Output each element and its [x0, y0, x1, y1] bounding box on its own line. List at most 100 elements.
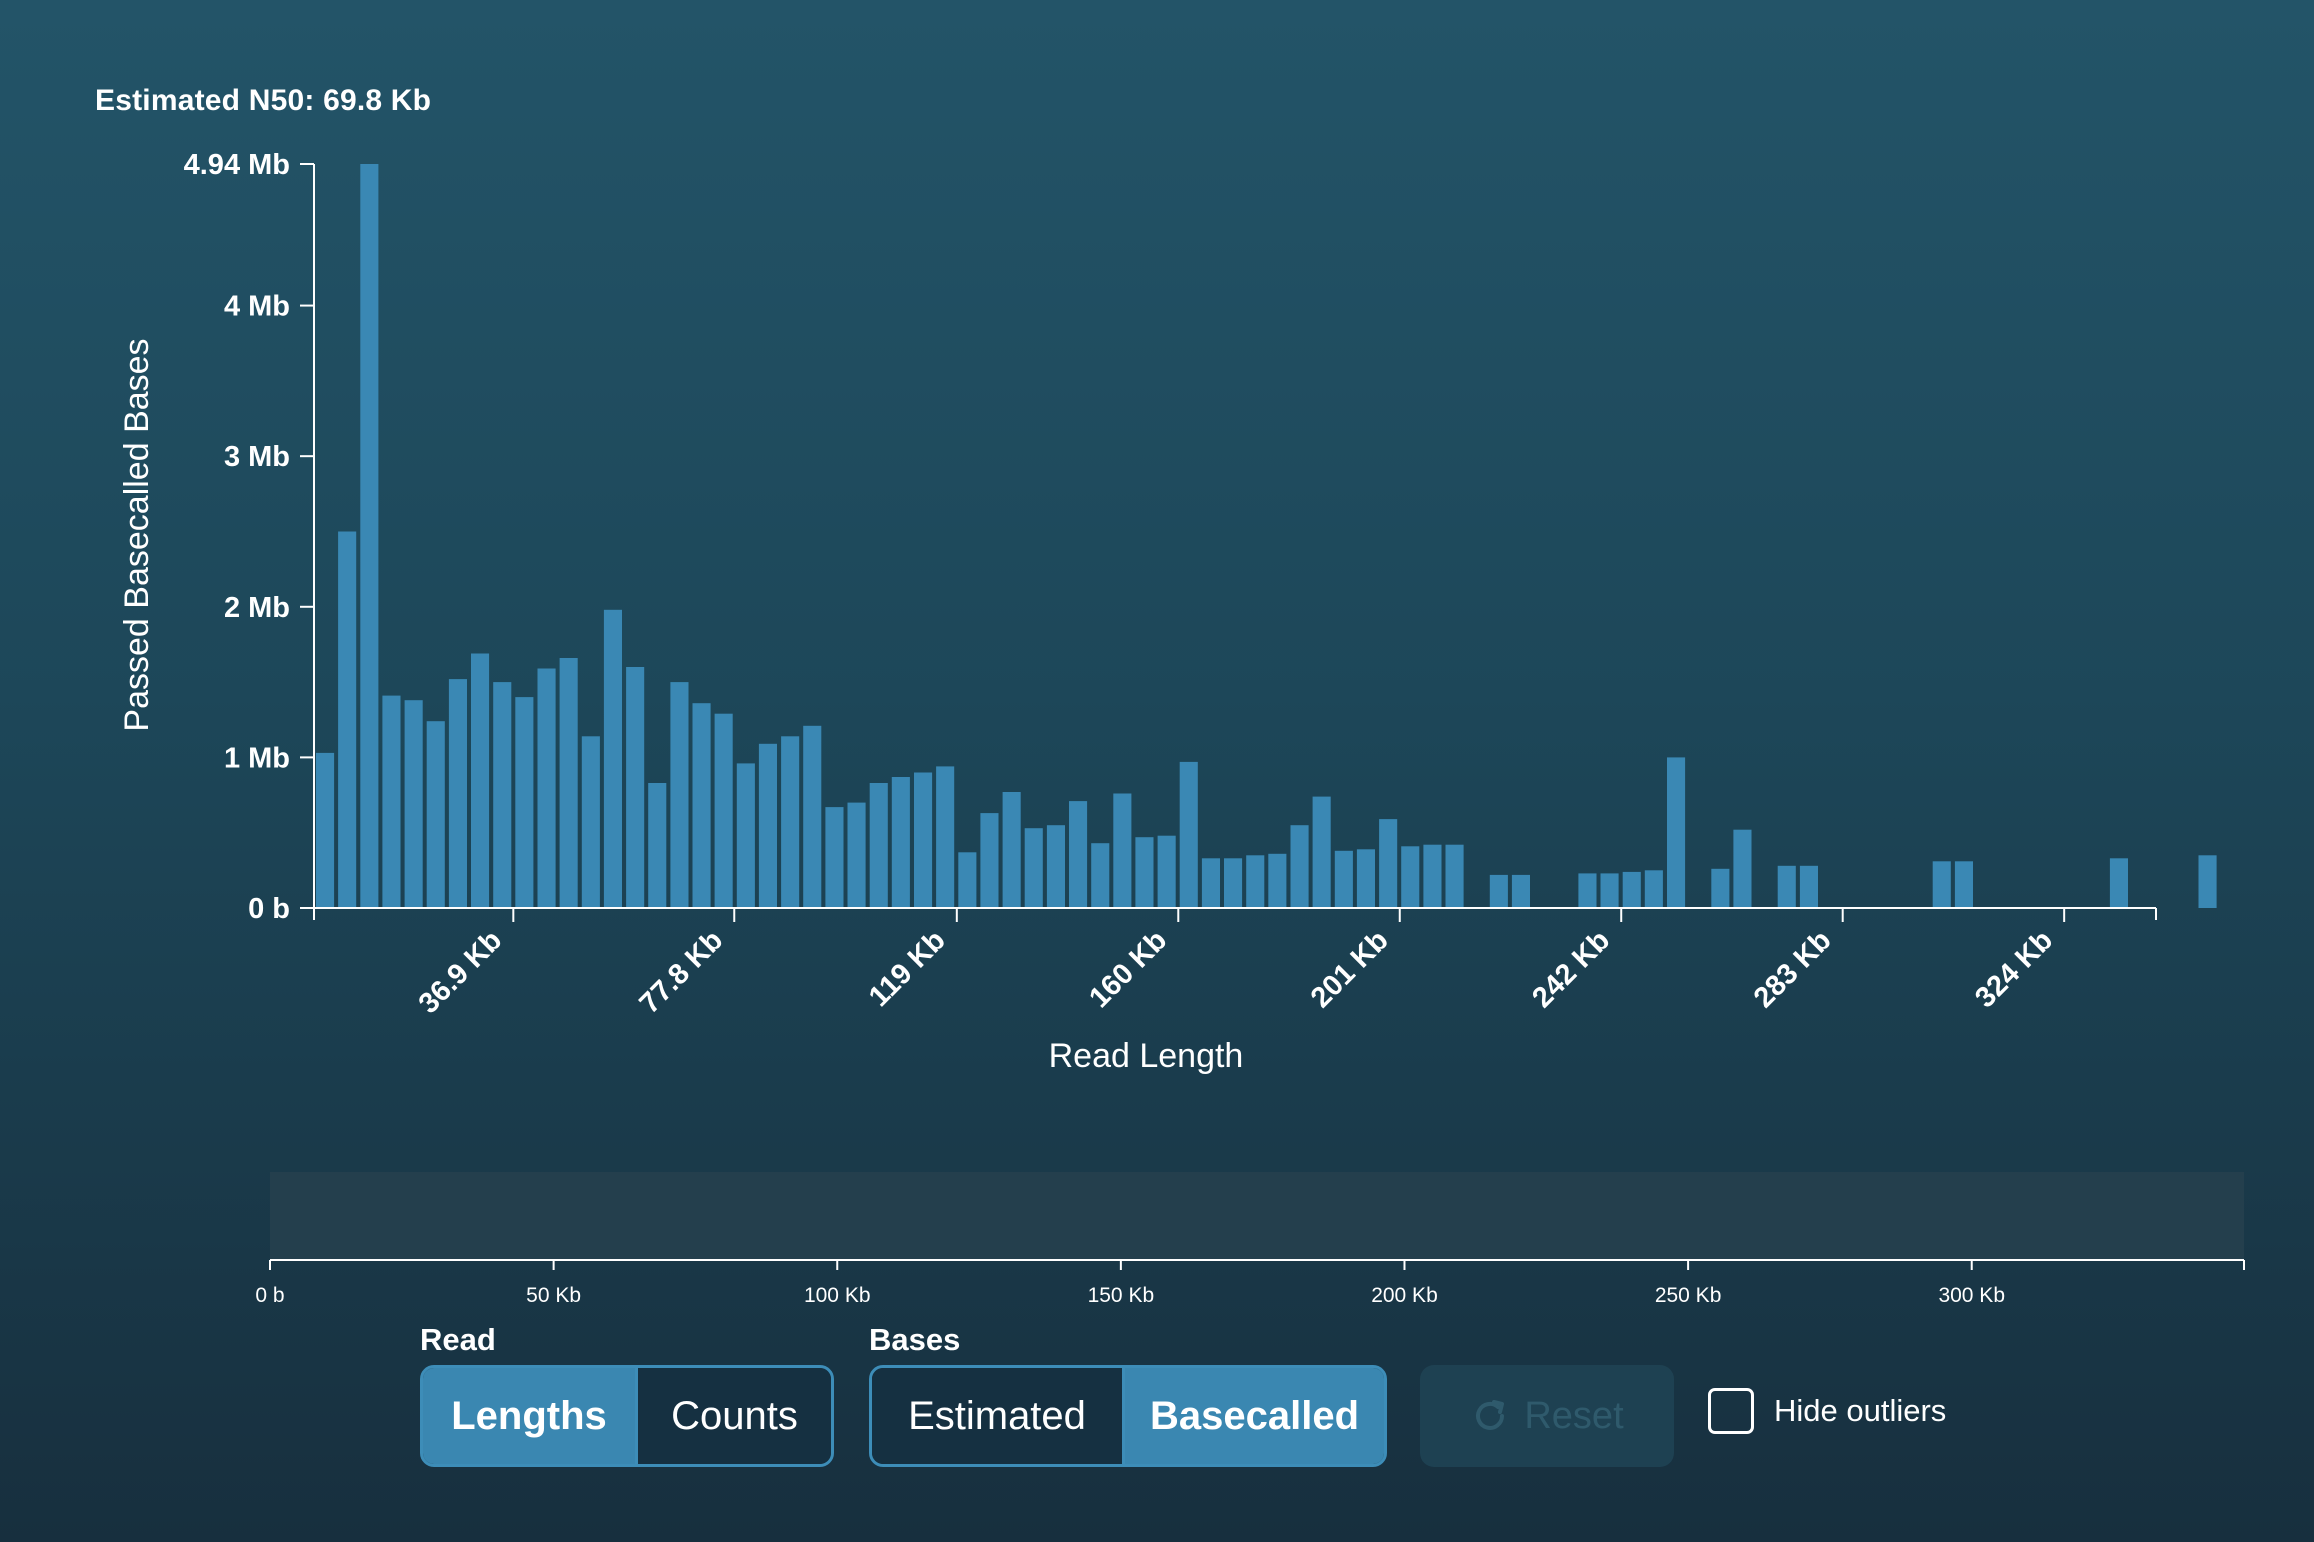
y-tick-label: 4.94 Mb	[184, 149, 290, 181]
histogram-bar[interactable]	[1379, 819, 1398, 908]
histogram-bar[interactable]	[316, 752, 335, 908]
read-group-label: Read	[420, 1322, 496, 1357]
histogram-bar[interactable]	[1711, 868, 1730, 908]
brush-tick-label: 50 Kb	[526, 1284, 581, 1307]
histogram-bar[interactable]	[1002, 792, 1021, 908]
histogram-bar[interactable]	[1024, 828, 1043, 908]
hide-outliers-toggle[interactable]: Hide outliers	[1708, 1388, 1946, 1434]
histogram-bar[interactable]	[1511, 874, 1530, 908]
x-tick-label: 36.9 Kb	[413, 924, 509, 1020]
histogram-bar[interactable]	[1644, 870, 1663, 908]
histogram-bar[interactable]	[825, 807, 844, 908]
histogram-bar[interactable]	[1312, 796, 1331, 908]
n50-label: Estimated N50: 69.8 Kb	[95, 84, 432, 117]
histogram-bar[interactable]	[448, 679, 467, 908]
histogram-bar[interactable]	[338, 531, 357, 909]
histogram-bar[interactable]	[2109, 858, 2128, 908]
bases-toggle: Estimated Basecalled	[869, 1365, 1387, 1467]
refresh-icon	[1476, 1400, 1505, 1430]
brush-track[interactable]	[270, 1172, 2244, 1260]
x-axis-label: Read Length	[1049, 1037, 1244, 1075]
x-axis: 36.9 Kb 77.8 Kb 119 Kb 160 Kb 201 Kb 242 Kb 28…	[313, 907, 2157, 1020]
brush-tick-label: 0 b	[255, 1284, 284, 1307]
histogram-bar[interactable]	[559, 658, 578, 908]
histogram-bar[interactable]	[1954, 861, 1973, 908]
histogram-bar[interactable]	[1113, 793, 1132, 909]
histogram-bar[interactable]	[404, 700, 423, 908]
histogram-bar[interactable]	[1069, 801, 1088, 908]
histogram-bar[interactable]	[1600, 873, 1619, 908]
histogram-bar[interactable]	[1799, 865, 1818, 908]
read-length-histogram: 0 b 1 Mb 2 Mb 3 Mb 4 Mb 4.94 Mb 36.9 Kb 77.8 K…	[118, 149, 2245, 1307]
brush-tick-label: 200 Kb	[1371, 1284, 1438, 1307]
histogram-bar[interactable]	[1423, 844, 1442, 908]
histogram-bar[interactable]	[1932, 861, 1951, 908]
histogram-bar[interactable]	[1356, 849, 1375, 908]
histogram-bar[interactable]	[1777, 865, 1796, 908]
y-tick-label: 3 Mb	[224, 441, 290, 473]
histogram-bar[interactable]	[1157, 835, 1176, 908]
histogram-bar[interactable]	[648, 783, 667, 908]
reset-button[interactable]: Reset	[1420, 1365, 1674, 1467]
histogram-bar[interactable]	[758, 743, 777, 908]
histogram-bar[interactable]	[1046, 825, 1065, 908]
histogram-bar[interactable]	[936, 766, 955, 908]
histogram-bar[interactable]	[1667, 757, 1686, 908]
histogram-bar[interactable]	[1268, 853, 1287, 908]
histogram-bar[interactable]	[426, 721, 445, 908]
histogram-bar[interactable]	[1445, 844, 1464, 908]
estimated-button[interactable]: Estimated	[872, 1368, 1122, 1464]
histogram-bar[interactable]	[1290, 825, 1309, 908]
histogram-bar[interactable]	[537, 668, 556, 909]
histogram-bar[interactable]	[626, 667, 645, 908]
histogram-bar[interactable]	[493, 682, 512, 908]
basecalled-button[interactable]: Basecalled	[1125, 1368, 1384, 1464]
reset-label: Reset	[1524, 1394, 1624, 1437]
counts-button[interactable]: Counts	[638, 1368, 831, 1464]
brush-tick-label: 300 Kb	[1938, 1284, 2005, 1307]
x-tick-label: 77.8 Kb	[634, 924, 730, 1020]
histogram-bar[interactable]	[1622, 871, 1641, 908]
histogram-bar[interactable]	[1091, 843, 1110, 908]
histogram-bar[interactable]	[1578, 873, 1597, 908]
hide-outliers-label: Hide outliers	[1774, 1393, 1947, 1428]
histogram-bar[interactable]	[958, 852, 977, 908]
histogram-bar[interactable]	[1224, 858, 1243, 908]
histogram-bar[interactable]	[382, 695, 401, 908]
histogram-bar[interactable]	[603, 609, 622, 908]
histogram-bar[interactable]	[670, 682, 689, 908]
y-tick-label: 0 b	[248, 893, 290, 925]
brush-tick-label: 150 Kb	[1088, 1284, 1155, 1307]
histogram-bar[interactable]	[581, 736, 600, 908]
histogram-bar[interactable]	[1334, 850, 1353, 908]
histogram-bar[interactable]	[914, 772, 933, 909]
histogram-bar[interactable]	[1201, 858, 1220, 908]
histogram-bars	[316, 164, 2217, 908]
histogram-bar[interactable]	[803, 725, 822, 908]
histogram-bar[interactable]	[980, 813, 999, 908]
histogram-bar[interactable]	[515, 697, 534, 908]
y-tick-label: 1 Mb	[224, 742, 290, 774]
hide-outliers-checkbox[interactable]	[1708, 1388, 1754, 1434]
histogram-bar[interactable]	[714, 713, 733, 908]
histogram-bar[interactable]	[736, 763, 755, 908]
histogram-bar[interactable]	[1135, 837, 1154, 908]
histogram-bar[interactable]	[1401, 846, 1420, 908]
histogram-bar[interactable]	[1489, 874, 1508, 908]
histogram-bar[interactable]	[692, 703, 711, 908]
histogram-bar[interactable]	[869, 783, 888, 908]
histogram-bar[interactable]	[1179, 761, 1198, 908]
histogram-bar[interactable]	[781, 736, 800, 908]
histogram-bar[interactable]	[360, 164, 379, 908]
histogram-bar[interactable]	[891, 777, 910, 908]
histogram-bar[interactable]	[471, 653, 490, 909]
histogram-bar[interactable]	[847, 802, 866, 908]
y-tick-label: 4 Mb	[224, 291, 290, 323]
histogram-bar[interactable]	[1246, 855, 1265, 908]
histogram-bar[interactable]	[1733, 829, 1752, 908]
lengths-button[interactable]: Lengths	[423, 1368, 635, 1464]
histogram-bar[interactable]	[2198, 855, 2217, 908]
x-tick-label: 283 Kb	[1748, 924, 1838, 1014]
y-tick-label: 2 Mb	[224, 592, 290, 624]
x-tick-label: 119 Kb	[863, 924, 952, 1013]
